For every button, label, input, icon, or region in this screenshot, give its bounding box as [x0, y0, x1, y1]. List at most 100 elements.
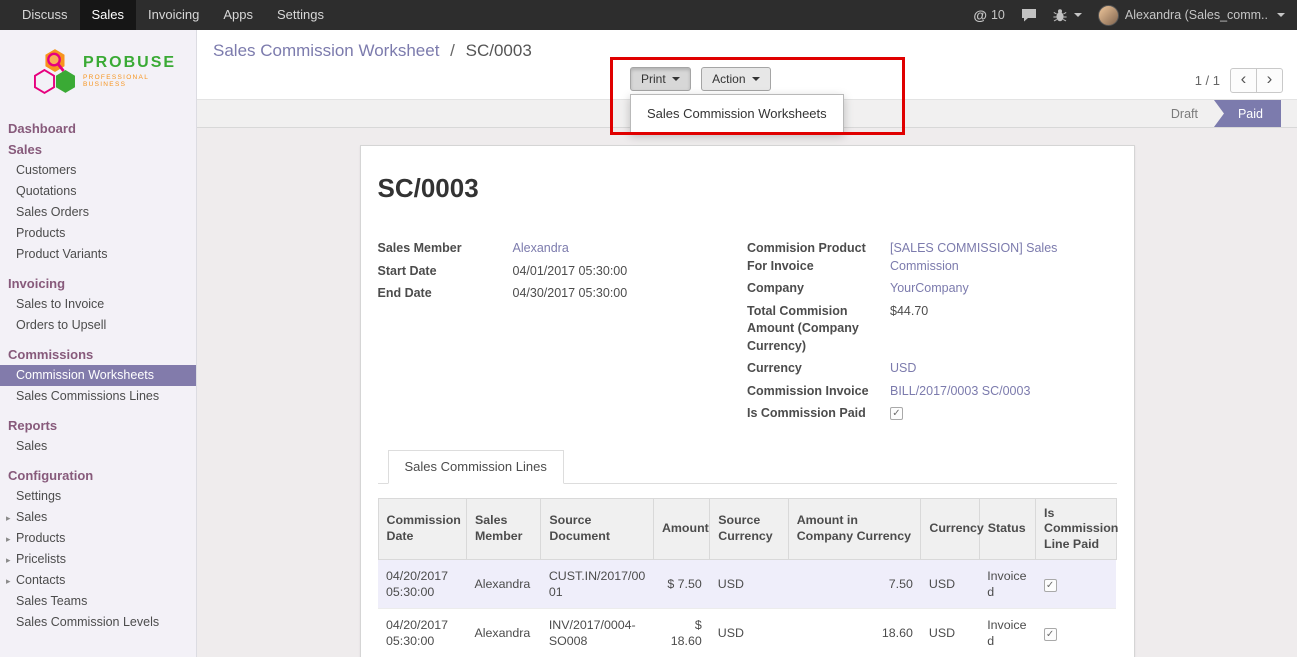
sidebar-item-reports-sales[interactable]: Sales: [0, 436, 196, 457]
breadcrumb-parent-link[interactable]: Sales Commission Worksheet: [213, 41, 439, 60]
sales-member-link[interactable]: Alexandra: [513, 240, 569, 258]
field-label: Commision Product For Invoice: [747, 240, 890, 275]
record-title: SC/0003: [378, 173, 1117, 204]
col-header-amount-company-currency: Amount in Company Currency: [788, 498, 921, 560]
sidebar-item-commission-worksheets[interactable]: Commission Worksheets: [0, 365, 196, 386]
tab-sales-commission-lines[interactable]: Sales Commission Lines: [388, 450, 564, 484]
status-paid[interactable]: Paid: [1214, 100, 1281, 127]
cell-currency: USD: [921, 560, 979, 609]
line-paid-checkbox[interactable]: ✓: [1044, 628, 1057, 641]
sidebar-section-configuration[interactable]: Configuration: [0, 465, 196, 486]
sidebar-item-pricelists[interactable]: ▸ Pricelists: [0, 549, 196, 570]
status-draft[interactable]: Draft: [1155, 100, 1214, 127]
cell-source-currency: USD: [710, 609, 788, 657]
field-label: Start Date: [378, 263, 513, 281]
sidebar-section-commissions[interactable]: Commissions: [0, 344, 196, 365]
mention-icon: @: [973, 7, 987, 23]
sidebar-item-customers[interactable]: Customers: [0, 160, 196, 181]
table-header-row: Commission Date Sales Member Source Docu…: [378, 498, 1116, 560]
col-header-line-paid: Is Commission Line Paid: [1036, 498, 1116, 560]
col-header-amount: Amount: [653, 498, 709, 560]
sidebar: PROBUSE PROFESSIONAL BUSINESS Dashboard …: [0, 30, 197, 657]
commission-invoice-link[interactable]: BILL/2017/0003 SC/0003: [890, 383, 1030, 401]
form-sheet: SC/0003 Sales Member Alexandra Start Dat…: [360, 145, 1135, 657]
sidebar-section-dashboard[interactable]: Dashboard: [0, 118, 196, 139]
messages-button[interactable]: [1021, 8, 1037, 22]
cell-sales-member: Alexandra: [466, 609, 540, 657]
main-area: Sales Commission Worksheet / SC/0003 Pri…: [197, 30, 1297, 657]
mentions-counter[interactable]: @ 10: [973, 7, 1005, 23]
field-is-commission-paid: Is Commission Paid ✓: [747, 405, 1117, 423]
user-menu[interactable]: Alexandra (Sales_comm..: [1098, 5, 1285, 26]
debug-menu-button[interactable]: [1053, 8, 1082, 22]
sidebar-item-orders-to-upsell[interactable]: Orders to Upsell: [0, 315, 196, 336]
field-label: Currency: [747, 360, 890, 378]
sidebar-item-sales-orders[interactable]: Sales Orders: [0, 202, 196, 223]
field-label: Commission Invoice: [747, 383, 890, 401]
sidebar-section-sales[interactable]: Sales: [0, 139, 196, 160]
brand-name: PROBUSE: [83, 54, 190, 72]
commission-product-link[interactable]: [SALES COMMISSION] Sales Commission: [890, 240, 1117, 275]
sidebar-section-invoicing[interactable]: Invoicing: [0, 273, 196, 294]
table-row[interactable]: 04/20/2017 05:30:00 Alexandra CUST.IN/20…: [378, 560, 1116, 609]
commission-lines-table: Commission Date Sales Member Source Docu…: [378, 498, 1117, 657]
cell-sales-member: Alexandra: [466, 560, 540, 609]
sidebar-item-sales-commission-levels[interactable]: Sales Commission Levels: [0, 612, 196, 633]
checkmark-icon: ✓: [1046, 579, 1054, 592]
start-date-value: 04/01/2017 05:30:00: [513, 263, 628, 281]
sidebar-item-settings[interactable]: Settings: [0, 486, 196, 507]
field-label: End Date: [378, 285, 513, 303]
app-menu: Discuss Sales Invoicing Apps Settings: [0, 0, 336, 30]
expand-arrow-icon: ▸: [6, 511, 11, 525]
field-group-left: Sales Member Alexandra Start Date 04/01/…: [378, 240, 748, 428]
pager-next-button[interactable]: ›: [1256, 68, 1283, 93]
field-commission-invoice: Commission Invoice BILL/2017/0003 SC/000…: [747, 383, 1117, 401]
sidebar-item-label: Products: [16, 531, 65, 545]
action-button[interactable]: Action: [701, 67, 770, 91]
print-button[interactable]: Print: [630, 67, 691, 91]
menu-invoicing[interactable]: Invoicing: [136, 0, 211, 30]
field-total-commission-amount: Total Commision Amount (Company Currency…: [747, 303, 1117, 356]
cell-source-document: CUST.IN/2017/0001: [541, 560, 654, 609]
sidebar-item-sales-teams[interactable]: Sales Teams: [0, 591, 196, 612]
sidebar-item-quotations[interactable]: Quotations: [0, 181, 196, 202]
field-label: Company: [747, 280, 890, 298]
cell-currency: USD: [921, 609, 979, 657]
field-label: Is Commission Paid: [747, 405, 890, 423]
field-start-date: Start Date 04/01/2017 05:30:00: [378, 263, 748, 281]
field-group-right: Commision Product For Invoice [SALES COM…: [747, 240, 1117, 428]
menu-discuss[interactable]: Discuss: [10, 0, 80, 30]
currency-link[interactable]: USD: [890, 360, 916, 378]
cell-status: Invoiced: [979, 560, 1035, 609]
company-link[interactable]: YourCompany: [890, 280, 969, 298]
sidebar-item-config-sales[interactable]: ▸ Sales: [0, 507, 196, 528]
menu-settings[interactable]: Settings: [265, 0, 336, 30]
sidebar-item-sales-commissions-lines[interactable]: Sales Commissions Lines: [0, 386, 196, 407]
probuse-logo-icon: [34, 46, 76, 96]
field-sales-member: Sales Member Alexandra: [378, 240, 748, 258]
control-panel: Sales Commission Worksheet / SC/0003 Pri…: [197, 30, 1297, 100]
sidebar-item-config-products[interactable]: ▸ Products: [0, 528, 196, 549]
sidebar-item-sales-to-invoice[interactable]: Sales to Invoice: [0, 294, 196, 315]
sidebar-item-products[interactable]: Products: [0, 223, 196, 244]
dropdown-item-sales-commission-worksheets[interactable]: Sales Commission Worksheets: [631, 100, 843, 127]
cell-amount: $ 7.50: [653, 560, 709, 609]
menu-apps[interactable]: Apps: [211, 0, 265, 30]
sidebar-section-reports[interactable]: Reports: [0, 415, 196, 436]
chevron-down-icon: [672, 77, 680, 81]
sidebar-item-contacts[interactable]: ▸ Contacts: [0, 570, 196, 591]
form-view: SC/0003 Sales Member Alexandra Start Dat…: [197, 128, 1297, 657]
cell-commission-date: 04/20/2017 05:30:00: [378, 560, 466, 609]
probuse-logo: PROBUSE PROFESSIONAL BUSINESS: [0, 30, 196, 110]
bug-icon: [1053, 8, 1067, 22]
pager-previous-button[interactable]: ‹: [1230, 68, 1257, 93]
sidebar-item-product-variants[interactable]: Product Variants: [0, 244, 196, 265]
checkmark-icon: ✓: [1046, 628, 1054, 641]
line-paid-checkbox[interactable]: ✓: [1044, 579, 1057, 592]
table-row[interactable]: 04/20/2017 05:30:00 Alexandra INV/2017/0…: [378, 609, 1116, 657]
is-commission-paid-checkbox[interactable]: ✓: [890, 407, 903, 420]
expand-arrow-icon: ▸: [6, 574, 11, 588]
field-currency: Currency USD: [747, 360, 1117, 378]
user-name: Alexandra (Sales_comm..: [1125, 8, 1268, 22]
menu-sales[interactable]: Sales: [80, 0, 137, 30]
